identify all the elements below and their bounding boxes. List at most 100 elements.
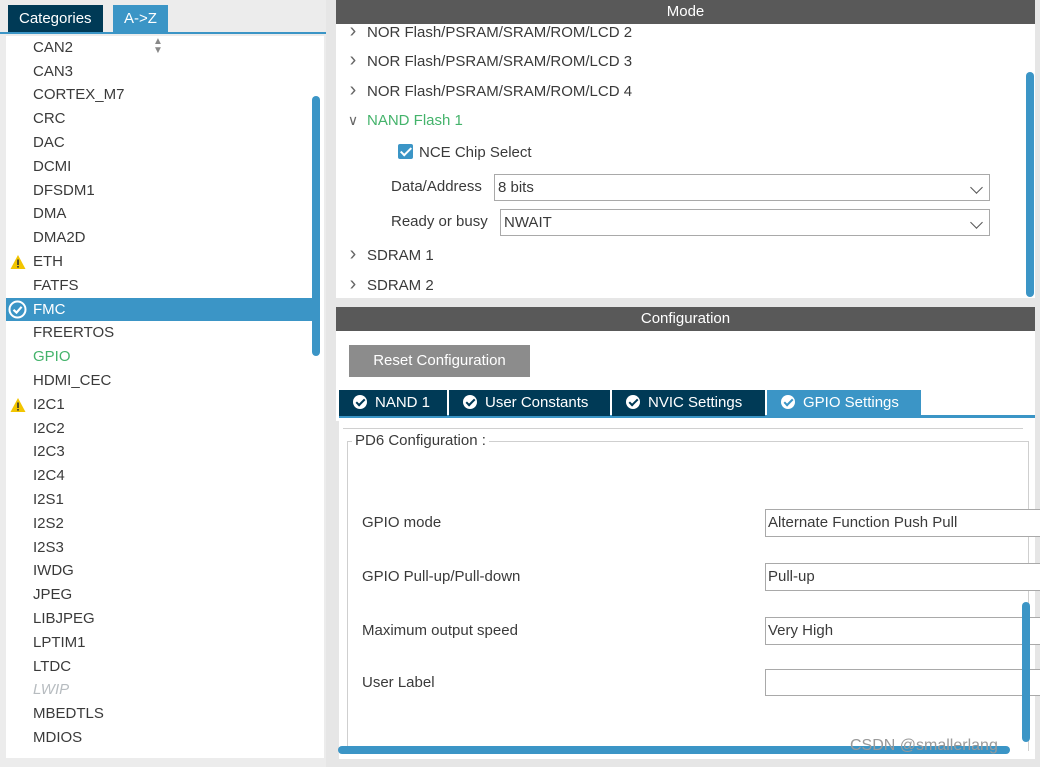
peripheral-item-i2c2[interactable]: I2C2 [6,417,312,441]
reset-configuration-button[interactable]: Reset Configuration [349,345,530,377]
peripheral-item-jpeg[interactable]: JPEG [6,583,312,607]
tab-label: NVIC Settings [648,394,743,411]
tree-item-sdram-2[interactable]: › SDRAM 2 [336,270,434,298]
chevron-right-icon[interactable]: › [343,46,363,74]
tree-item-nor-flash-psram-sram-rom-lcd-2[interactable]: › NOR Flash/PSRAM/SRAM/ROM/LCD 2 [336,24,632,45]
peripheral-item-crc[interactable]: CRC [6,107,312,131]
peripheral-item-i2c4[interactable]: I2C4 [6,464,312,488]
peripheral-item-dma[interactable]: DMA [6,202,312,226]
peripheral-item-i2s3[interactable]: I2S3 [6,536,312,560]
peripheral-item-i2s1[interactable]: I2S1 [6,488,312,512]
peripheral-label: DMA2D [33,229,86,247]
check-circle-icon [463,395,477,409]
categories-panel: Categories A->Z ▲ ▼ CAN2 CAN3 CORTEX_M7 CRC D… [0,0,326,767]
tree-item-label: NOR Flash/PSRAM/SRAM/ROM/LCD 2 [367,24,633,41]
tree-item-nor-flash-psram-sram-rom-lcd-3[interactable]: › NOR Flash/PSRAM/SRAM/ROM/LCD 3 [336,46,632,74]
gpio-pull-select[interactable]: Pull-up [765,563,1040,591]
peripheral-list[interactable]: ▲ ▼ CAN2 CAN3 CORTEX_M7 CRC DAC DCMI DFSDM1 DMA D… [6,36,324,758]
peripheral-item-lptim1[interactable]: LPTIM1 [6,631,312,655]
peripheral-item-i2c1[interactable]: I2C1 [6,393,312,417]
peripheral-label: I2C4 [33,467,65,485]
peripheral-item-freertos[interactable]: FREERTOS [6,321,312,345]
peripheral-label: GPIO [33,348,71,366]
tree-item-label: SDRAM 1 [367,247,434,264]
user-label-label: User Label [362,674,435,691]
peripheral-item-can2[interactable]: CAN2 [6,36,312,60]
gpio-mode-select[interactable]: Alternate Function Push Pull [765,509,1040,537]
check-circle-icon [353,395,367,409]
peripheral-item-fmc[interactable]: FMC [6,297,312,322]
chevron-down-icon [970,181,983,194]
peripheral-item-mbedtls[interactable]: MBEDTLS [6,702,312,726]
peripheral-item-i2c3[interactable]: I2C3 [6,440,312,464]
peripheral-label: I2C3 [33,443,65,461]
peripheral-label: FMC [33,300,66,318]
mode-scrollbar[interactable] [1026,72,1034,297]
chevron-right-icon[interactable]: › [343,76,363,104]
peripheral-label: DCMI [33,157,72,175]
data-address-select[interactable]: 8 bits [494,174,990,201]
watermark: CSDN @smallerlang [850,737,998,754]
tab-categories[interactable]: Categories [8,5,103,32]
peripheral-label: CAN2 [33,38,74,56]
peripheral-item-ltdc[interactable]: LTDC [6,655,312,679]
warning-icon [10,254,26,270]
category-tab-bar: Categories A->Z [0,0,326,34]
data-address-label: Data/Address [391,178,482,195]
configuration-panel: Configuration Reset Configuration NAND 1… [336,307,1040,759]
configuration-header: Configuration [336,307,1035,331]
peripheral-item-mdios[interactable]: MDIOS [6,726,312,750]
peripheral-item-dac[interactable]: DAC [6,131,312,155]
peripheral-label: ETH [33,252,63,270]
check-circle-icon [8,300,27,318]
peripheral-item-cortex_m7[interactable]: CORTEX_M7 [6,83,312,107]
nce-chip-select-checkbox[interactable] [398,144,413,159]
peripheral-label: FATFS [33,276,79,294]
peripheral-list-scrollbar[interactable] [312,96,320,356]
peripheral-item-gpio[interactable]: GPIO [6,345,312,369]
peripheral-item-dma2d[interactable]: DMA2D [6,226,312,250]
tab-nvic-settings[interactable]: NVIC Settings [612,390,765,416]
gpio-pull-label: GPIO Pull-up/Pull-down [362,568,521,585]
tab-nand-1[interactable]: NAND 1 [339,390,447,416]
data-address-value: 8 bits [498,179,534,196]
peripheral-item-can3[interactable]: CAN3 [6,60,312,84]
user-label-input[interactable] [765,669,1040,696]
chevron-right-icon[interactable]: › [343,240,363,268]
peripheral-label: I2C1 [33,395,65,413]
chevron-down-icon[interactable]: ∨ [343,106,363,134]
peripheral-label: MBEDTLS [33,705,104,723]
tab-a-to-z[interactable]: A->Z [113,5,168,32]
peripheral-item-libjpeg[interactable]: LIBJPEG [6,607,312,631]
peripheral-item-dfsdm1[interactable]: DFSDM1 [6,179,312,203]
peripheral-item-iwdg[interactable]: IWDG [6,559,312,583]
peripheral-item-lwip[interactable]: LWIP [6,678,312,702]
peripheral-label: CRC [33,110,66,128]
peripheral-label: I2S1 [33,490,64,508]
check-circle-icon [781,395,795,409]
peripheral-item-hdmi_cec[interactable]: HDMI_CEC [6,369,312,393]
nce-chip-select-row[interactable]: NCE Chip Select [398,140,532,166]
ready-or-busy-label: Ready or busy [391,213,488,230]
pd6-configuration-legend: PD6 Configuration : [352,432,489,449]
tree-item-nand-flash-1[interactable]: ∨ NAND Flash 1 [336,106,463,134]
peripheral-item-eth[interactable]: ETH [6,250,312,274]
peripheral-item-fatfs[interactable]: FATFS [6,274,312,298]
tree-item-nor-flash-psram-sram-rom-lcd-4[interactable]: › NOR Flash/PSRAM/SRAM/ROM/LCD 4 [336,76,632,104]
tab-user-constants[interactable]: User Constants [449,390,610,416]
ready-or-busy-select[interactable]: NWAIT [500,209,990,236]
tree-item-label: NAND Flash 1 [367,112,463,129]
peripheral-item-dcmi[interactable]: DCMI [6,155,312,179]
peripheral-item-i2s2[interactable]: I2S2 [6,512,312,536]
mode-header: Mode [336,0,1035,24]
chevron-right-icon[interactable]: › [343,270,363,298]
peripheral-label: HDMI_CEC [33,371,112,389]
chevron-right-icon[interactable]: › [343,24,363,45]
tab-gpio-settings[interactable]: GPIO Settings [767,390,921,416]
tab-label: GPIO Settings [803,394,899,411]
tree-item-label: SDRAM 2 [367,277,434,294]
configuration-vertical-scrollbar[interactable] [1022,602,1030,742]
max-output-speed-select[interactable]: Very High [765,617,1040,645]
tree-item-sdram-1[interactable]: › SDRAM 1 [336,240,434,268]
tab-label: User Constants [485,394,589,411]
